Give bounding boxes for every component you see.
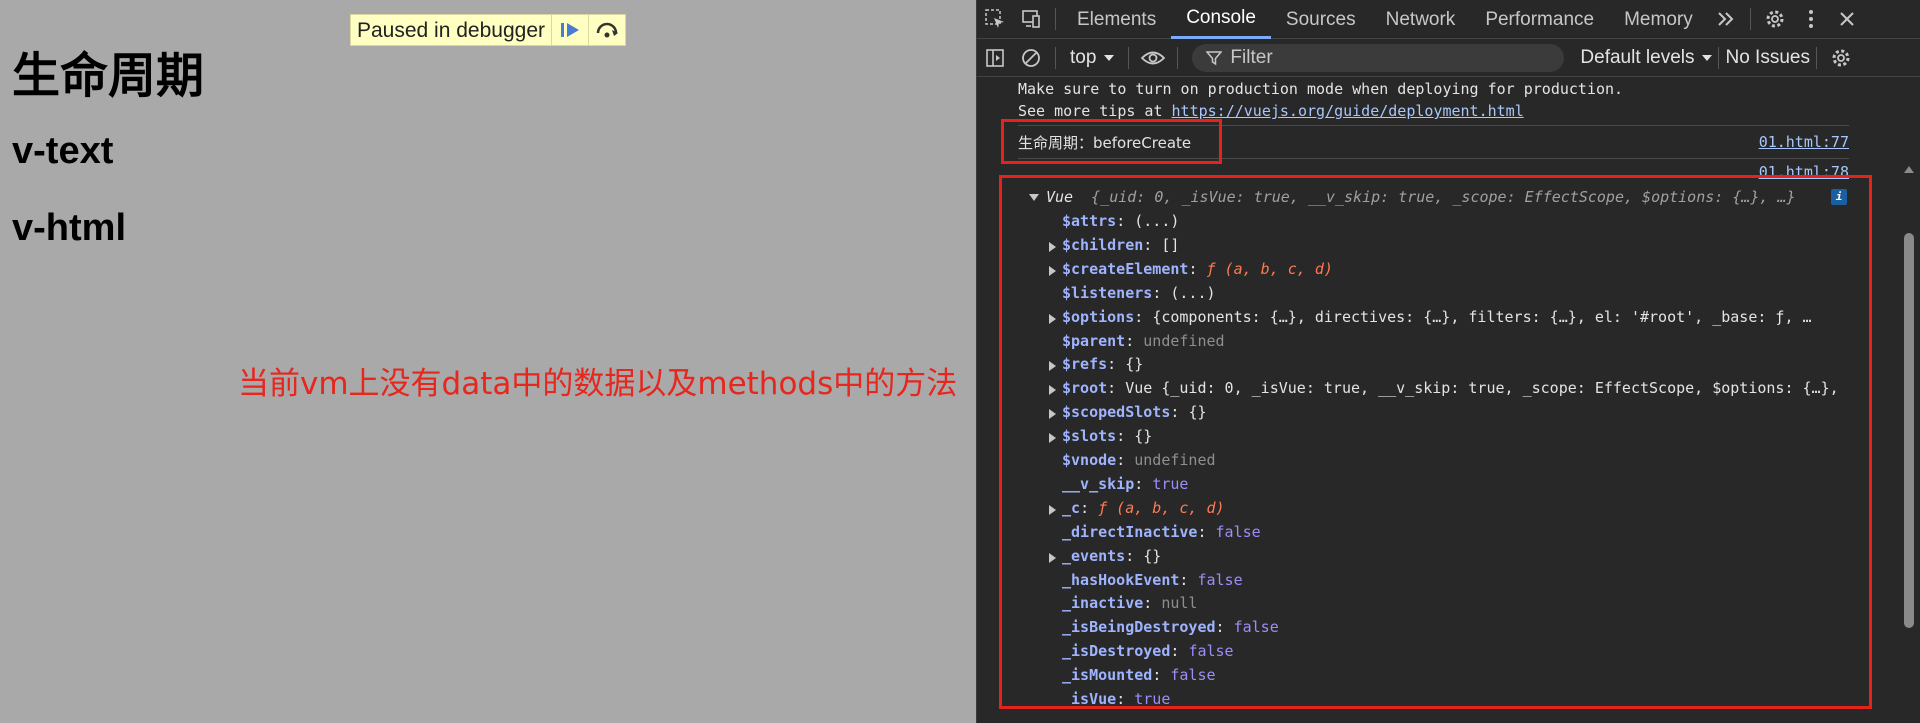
log-levels-label: Default levels (1580, 46, 1695, 68)
vertical-dots-icon (1808, 10, 1813, 28)
console-tip-line: Make sure to turn on production mode whe… (1018, 80, 1624, 98)
resume-button[interactable] (551, 15, 588, 45)
resume-icon (561, 23, 579, 37)
clear-icon (1022, 48, 1040, 67)
step-over-button[interactable] (588, 15, 625, 45)
divider (1128, 46, 1130, 69)
filter-icon (1206, 50, 1223, 65)
double-chevron-right-icon (1718, 12, 1734, 26)
filter-input[interactable]: Filter (1192, 43, 1565, 72)
debugger-paused-banner: Paused in debugger (350, 14, 626, 46)
customize-menu-button[interactable] (1793, 0, 1829, 39)
console-output: Make sure to turn on production mode whe… (977, 78, 1920, 723)
tab-console[interactable]: Console (1171, 0, 1271, 39)
console-tip-line: See more tips at https://vuejs.org/guide… (1018, 102, 1524, 120)
console-toolbar: top Filter Default levels No Issues (977, 39, 1920, 77)
divider (1718, 46, 1720, 69)
more-tabs-button[interactable] (1708, 0, 1744, 39)
sidebar-toggle-button[interactable] (977, 38, 1013, 77)
highlight-box-object (999, 175, 1872, 709)
console-scrollbar[interactable] (1904, 233, 1914, 628)
device-icon (1022, 10, 1040, 28)
annotation-note: 当前vm上没有data中的数据以及methods中的方法 (238, 366, 958, 402)
devtools-tabbar: Elements Console Sources Network Perform… (977, 0, 1920, 39)
highlight-box-log (1001, 119, 1222, 164)
filter-placeholder: Filter (1230, 46, 1273, 68)
tab-network[interactable]: Network (1371, 0, 1471, 39)
sidebar-icon (986, 48, 1004, 67)
debugger-paused-label: Paused in debugger (357, 19, 545, 42)
close-icon (1840, 12, 1854, 26)
dropdown-arrow-icon (1104, 54, 1115, 61)
gear-icon (1766, 10, 1784, 28)
settings-button[interactable] (1757, 0, 1793, 39)
console-source-link[interactable]: 01.html:77 (1759, 133, 1849, 151)
inspect-icon (985, 9, 1004, 28)
context-selector[interactable]: top (1062, 47, 1122, 69)
console-settings-button[interactable] (1823, 38, 1859, 77)
log-levels-dropdown[interactable]: Default levels (1580, 46, 1713, 69)
divider (1055, 8, 1056, 30)
divider (1055, 46, 1056, 69)
live-expression-button[interactable] (1135, 38, 1171, 77)
step-over-icon (596, 22, 618, 38)
context-value: top (1070, 46, 1097, 68)
heading-lifecycle: 生命周期 (12, 48, 205, 104)
issues-counter[interactable]: No Issues (1725, 47, 1809, 69)
tab-performance[interactable]: Performance (1470, 0, 1609, 39)
gear-icon (1832, 49, 1850, 66)
deployment-link[interactable]: https://vuejs.org/guide/deployment.html (1172, 102, 1524, 120)
heading-v-text: v-text (12, 130, 114, 172)
devtools-panel: Elements Console Sources Network Perform… (976, 0, 1920, 723)
eye-icon (1141, 51, 1166, 64)
page-viewport: 生命周期 v-text v-html Paused in debugger 当前… (0, 0, 976, 723)
close-devtools-button[interactable] (1829, 0, 1865, 39)
clear-console-button[interactable] (1013, 38, 1049, 77)
device-toolbar-button[interactable] (1013, 0, 1049, 39)
divider (1815, 46, 1817, 69)
tab-elements[interactable]: Elements (1062, 0, 1171, 39)
tab-memory[interactable]: Memory (1609, 0, 1708, 39)
scroll-up-arrow-icon[interactable] (1904, 166, 1914, 173)
heading-v-html: v-html (12, 207, 126, 249)
inspect-element-button[interactable] (977, 0, 1013, 39)
divider (1177, 46, 1179, 69)
dropdown-arrow-icon (1702, 54, 1713, 61)
tip-prefix: See more tips at (1018, 102, 1172, 120)
divider (1749, 8, 1751, 30)
tab-sources[interactable]: Sources (1271, 0, 1371, 39)
